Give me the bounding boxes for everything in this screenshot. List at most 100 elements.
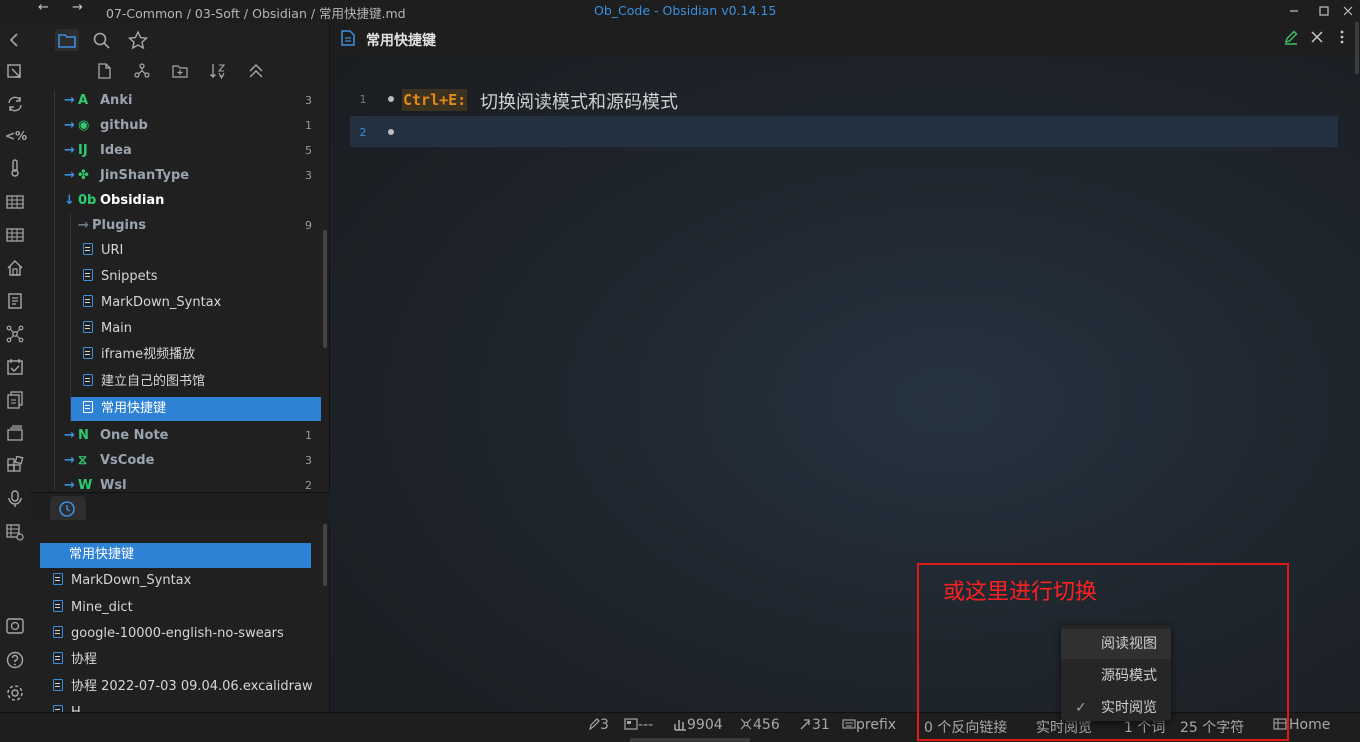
cards-icon[interactable] [5,423,25,443]
annotation-text: 或这里进行切换 [943,580,1098,605]
line-number: 1 [359,93,367,106]
editor-title[interactable]: 常用快捷键 [366,30,436,50]
file-count: 1 [305,429,312,442]
recent-file-item[interactable]: MarkDown_Syntax [50,569,311,593]
jinshan-icon: ✤ [78,168,89,183]
graph-view-icon[interactable] [5,324,25,344]
sync-status[interactable]: 3 [588,717,609,733]
recent-files-scrollbar[interactable] [323,524,327,586]
starred-icon[interactable] [126,29,150,51]
calendar-check-icon[interactable] [5,357,25,377]
onenote-icon: N [78,428,89,443]
folder-item-open[interactable]: ↓ 0b Obsidian [64,190,312,212]
chevron-down-icon: ↓ [64,193,75,208]
editor-scrollbar[interactable] [1355,22,1359,74]
panel-icon [624,717,638,731]
file-item[interactable]: URI [71,239,321,263]
file-count: 3 [305,94,312,107]
collapse-sidebar-icon[interactable] [5,30,25,50]
back-arrow-icon[interactable]: ← [38,0,49,15]
document-icon [83,321,93,333]
document-icon [53,573,63,585]
horizontal-scrollbar[interactable] [630,738,750,742]
document-icon [83,243,93,255]
copy-doc-icon[interactable] [5,390,25,410]
file-item[interactable]: MarkDown_Syntax [71,291,321,315]
file-item[interactable]: Snippets [71,265,321,289]
document-icon [53,679,63,691]
links-count: 31 [798,717,830,733]
chevron-right-icon: → [64,428,75,443]
file-item[interactable]: Main [71,317,321,341]
file-icon [341,30,355,46]
link-icon [798,717,812,731]
github-icon: ◉ [78,118,90,133]
new-note-icon[interactable] [95,62,113,80]
file-item[interactable]: 建立自己的图书馆 [71,370,321,394]
recent-file-label: H... [71,705,93,712]
folder-label: One Note [100,428,169,443]
folder-item[interactable]: → ◉ github 1 [64,115,312,137]
folder-item[interactable]: → A Anki 3 [64,90,312,112]
sync-icon[interactable] [5,94,25,114]
recent-file-item[interactable]: google-10000-english-no-swears [50,622,311,646]
edit-mode-icon[interactable] [1283,29,1299,45]
plugins-grid-icon[interactable] [5,456,25,476]
table-icon[interactable] [5,192,25,212]
microphone-icon[interactable] [5,489,25,509]
more-options-icon[interactable] [1336,29,1348,45]
sort-icon[interactable] [209,62,227,80]
recent-file-item[interactable]: Mine_dict [50,596,311,620]
folder-item[interactable]: → Plugins 9 [78,215,312,237]
home-icon[interactable] [5,258,25,278]
close-tab-icon[interactable] [1309,29,1325,45]
file-label: 建立自己的图书馆 [101,374,206,389]
recent-file-item[interactable]: 协程 [50,648,311,672]
vault-switcher-icon[interactable] [5,616,25,636]
recent-file-item[interactable]: H... [50,701,311,712]
document-icon [83,269,93,281]
recent-file-label: 协程 2022-07-03 09.04.06.excalidraw [71,679,313,694]
maximize-icon[interactable] [1316,3,1332,19]
obsidian-icon: 0b [78,193,97,208]
thermometer-icon[interactable] [5,158,25,178]
file-item[interactable]: iframe视频播放 [71,343,321,367]
recent-file-label: Mine_dict [71,600,133,615]
folder-item[interactable]: → ⧖ VsCode 3 [64,450,312,472]
file-count: 1 [305,119,312,132]
templater-icon[interactable]: <% [5,126,27,146]
search-icon[interactable] [90,29,114,51]
document-icon [53,652,63,664]
file-tree-scrollbar[interactable] [323,230,327,348]
file-explorer-tab[interactable] [55,29,79,51]
open-quick-switcher-icon[interactable] [5,62,25,82]
chevron-right-icon: → [64,168,75,183]
file-item[interactable]: 常用快捷键 [71,397,321,421]
help-icon[interactable] [5,650,25,670]
folder-label: Idea [100,143,132,158]
window-close-icon[interactable] [1340,3,1356,19]
forward-arrow-icon[interactable]: → [72,0,83,15]
recent-file-item[interactable]: 协程 2022-07-03 09.04.06.excalidraw [50,675,313,699]
recent-file-item[interactable]: 常用快捷键 [40,543,311,568]
keyboard-icon [842,717,856,731]
file-count: 3 [305,169,312,182]
collapse-all-icon[interactable] [247,62,265,80]
folder-item[interactable]: → ✤ JinShanType 3 [64,165,312,187]
chevron-right-icon: → [64,143,75,158]
settings-gear-icon[interactable] [5,683,25,703]
table-edit-icon[interactable] [5,225,25,245]
document-icon[interactable] [5,291,25,311]
folder-item[interactable]: → N One Note 1 [64,425,312,447]
folder-item[interactable]: → IJ Idea 5 [64,140,312,162]
inline-code[interactable]: Ctrl+E: [402,89,468,111]
table-settings-icon[interactable] [5,522,25,542]
minimize-icon[interactable] [1286,3,1302,19]
idea-icon: IJ [78,143,88,158]
recent-files-tab[interactable] [50,496,86,520]
prefix-status[interactable]: prefix [842,717,896,733]
new-canvas-icon[interactable] [133,62,151,80]
list-bullet [388,96,394,102]
line-text[interactable]: 切换阅读模式和源码模式 [480,88,678,114]
new-folder-icon[interactable] [171,62,189,80]
